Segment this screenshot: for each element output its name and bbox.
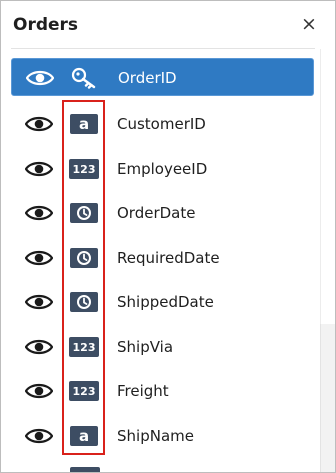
header-divider [11, 48, 315, 49]
scrollbar-thumb[interactable] [320, 324, 335, 472]
panel-title: Orders [13, 15, 79, 35]
field-row-customerid[interactable]: a CustomerID [11, 105, 314, 143]
field-label: Freight [117, 382, 169, 400]
eye-icon[interactable] [25, 381, 53, 401]
vertical-scrollbar[interactable] [320, 49, 335, 472]
field-label: OrderID [118, 69, 177, 87]
field-row-orderdate[interactable]: OrderDate [11, 194, 314, 232]
string-type-icon: a [70, 426, 98, 446]
field-row-freight[interactable]: 123 Freight [11, 372, 314, 410]
field-label: ShippedDate [117, 293, 214, 311]
field-label: OrderDate [117, 204, 196, 222]
field-row-shipvia[interactable]: 123 ShipVia [11, 328, 314, 366]
number-type-icon: 123 [69, 337, 99, 357]
close-icon[interactable]: × [299, 14, 319, 34]
scrollbar-track[interactable] [320, 49, 335, 324]
number-type-icon: 123 [69, 159, 99, 179]
eye-icon[interactable] [25, 203, 53, 223]
string-type-icon: a [70, 114, 98, 134]
date-type-icon [70, 248, 98, 268]
panel-header: Orders × [1, 1, 335, 49]
eye-icon[interactable] [25, 159, 53, 179]
field-label: RequiredDate [117, 249, 220, 267]
number-type-icon: 123 [69, 381, 99, 401]
field-label: ShipName [117, 427, 194, 445]
partial-type-icon [70, 467, 100, 472]
eye-icon[interactable] [25, 248, 53, 268]
eye-icon[interactable] [25, 426, 53, 446]
field-label: EmployeeID [117, 160, 208, 178]
eye-icon[interactable] [25, 114, 53, 134]
field-row-requireddate[interactable]: RequiredDate [11, 239, 314, 277]
field-row-employeeid[interactable]: 123 EmployeeID [11, 150, 314, 188]
orders-field-panel: Orders × OrderID a CustomerID 123 Employ… [0, 0, 336, 473]
date-type-icon [70, 203, 98, 223]
key-icon [70, 67, 100, 89]
eye-icon[interactable] [25, 337, 53, 357]
field-row-shippeddate[interactable]: ShippedDate [11, 283, 314, 321]
date-type-icon [70, 292, 98, 312]
eye-icon[interactable] [25, 292, 53, 312]
eye-icon[interactable] [26, 68, 54, 88]
field-row-shipname[interactable]: a ShipName [11, 417, 314, 455]
field-row-orderid[interactable]: OrderID [11, 58, 314, 96]
field-label: ShipVia [117, 338, 174, 356]
field-label: CustomerID [117, 115, 206, 133]
